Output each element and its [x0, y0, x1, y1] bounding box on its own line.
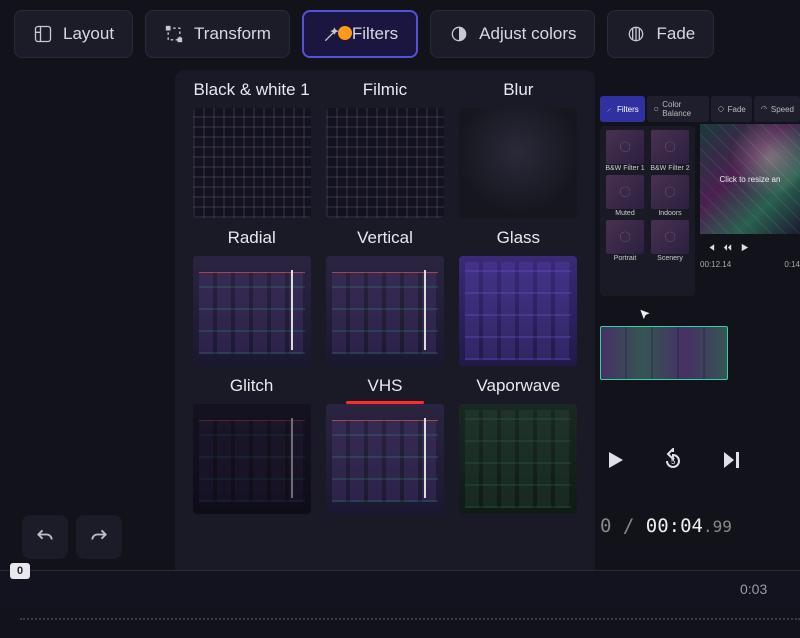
filter-thumb: [459, 108, 577, 218]
play-icon[interactable]: [739, 240, 750, 258]
filters-button[interactable]: Filters: [302, 10, 418, 58]
filter-label: Glass: [497, 228, 540, 250]
filter-label: Black & white 1: [194, 80, 310, 102]
playhead-marker[interactable]: 0: [10, 563, 30, 579]
layout-icon: [33, 24, 53, 44]
filters-panel: Black & white 1 Filmic Blur Radial Verti…: [175, 70, 595, 595]
filter-label: Filmic: [363, 80, 407, 102]
filter-radial[interactable]: Radial: [189, 228, 314, 366]
mini-filter-item[interactable]: Scenery: [649, 220, 691, 262]
filters-scroll[interactable]: Black & white 1 Filmic Blur Radial Verti…: [189, 80, 587, 585]
redo-button[interactable]: [76, 515, 122, 559]
undo-button[interactable]: [22, 515, 68, 559]
filter-filmic[interactable]: Filmic: [322, 80, 447, 218]
rewind-icon[interactable]: [722, 240, 733, 258]
filter-thumb: [459, 256, 577, 366]
filter-thumb: [193, 256, 311, 366]
cursor-icon: [638, 308, 652, 322]
filter-thumb: [459, 404, 577, 514]
mini-times: 00:12.14 0:14: [700, 260, 800, 269]
filter-label: VHS: [368, 376, 403, 398]
timecode: 0 / 00:04.99: [600, 515, 732, 537]
filter-vertical[interactable]: Vertical: [322, 228, 447, 366]
ruler-label: 0:03: [740, 581, 767, 597]
mini-filter-item[interactable]: B&W Filter 1: [604, 130, 646, 172]
mini-filter-item[interactable]: Indoors: [649, 175, 691, 217]
editor-toolbar: Layout Transform Filters Adjust colors F…: [0, 0, 800, 68]
mini-tab-color-balance[interactable]: Color Balance: [647, 96, 709, 122]
svg-text:5: 5: [671, 457, 676, 466]
playback-controls: 5: [600, 445, 746, 475]
mini-playback: [705, 240, 750, 258]
mini-tab-speed[interactable]: Speed: [754, 96, 800, 122]
transform-button[interactable]: Transform: [145, 10, 290, 58]
filter-blur[interactable]: Blur: [456, 80, 581, 218]
mini-filters-panel: B&W Filter 1 B&W Filter 2 Muted Indoors …: [600, 126, 695, 296]
fade-button[interactable]: Fade: [607, 10, 714, 58]
mini-filter-item[interactable]: B&W Filter 2: [649, 130, 691, 172]
fade-label: Fade: [656, 24, 695, 44]
preview-area: Filters Color Balance Fade Speed B&W Fil…: [600, 96, 800, 436]
filter-glass[interactable]: Glass: [456, 228, 581, 366]
mini-tab-filters[interactable]: Filters: [600, 96, 645, 122]
filter-vhs[interactable]: VHS: [322, 376, 447, 514]
filter-label: Vertical: [357, 228, 413, 250]
skip-forward-button[interactable]: [716, 445, 746, 475]
fade-icon: [626, 24, 646, 44]
transform-label: Transform: [194, 24, 271, 44]
layout-label: Layout: [63, 24, 114, 44]
filter-thumb: [326, 256, 444, 366]
filter-thumb: [326, 108, 444, 218]
filter-vaporwave[interactable]: Vaporwave: [456, 376, 581, 514]
timeline-ruler[interactable]: 0 0:03: [0, 570, 800, 610]
video-preview[interactable]: Click to resize an: [700, 124, 800, 234]
skip-back-5-button[interactable]: 5: [658, 445, 688, 475]
play-button[interactable]: [600, 445, 630, 475]
skip-back-icon[interactable]: [705, 240, 716, 258]
timeline-track-line: [20, 618, 800, 620]
filter-label: Blur: [503, 80, 533, 102]
undo-redo: [22, 515, 122, 559]
layout-button[interactable]: Layout: [14, 10, 133, 58]
adjust-colors-button[interactable]: Adjust colors: [430, 10, 595, 58]
mini-tabs: Filters Color Balance Fade Speed: [600, 96, 800, 122]
video-hint: Click to resize an: [700, 175, 800, 184]
half-circle-icon: [449, 24, 469, 44]
transform-icon: [164, 24, 184, 44]
filter-bw1[interactable]: Black & white 1: [189, 80, 314, 218]
mini-filter-item[interactable]: Portrait: [604, 220, 646, 262]
mini-filter-item[interactable]: Muted: [604, 175, 646, 217]
filter-label: Vaporwave: [476, 376, 560, 398]
mini-tab-fade[interactable]: Fade: [711, 96, 752, 122]
filters-label: Filters: [352, 24, 398, 44]
filter-label: Radial: [228, 228, 276, 250]
filter-thumb: [193, 108, 311, 218]
filter-label: Glitch: [230, 376, 273, 398]
filter-thumb: [326, 404, 444, 514]
filter-glitch[interactable]: Glitch: [189, 376, 314, 514]
timeline-clip[interactable]: [600, 326, 728, 380]
adjust-colors-label: Adjust colors: [479, 24, 576, 44]
highlight-marker: [338, 26, 352, 40]
filter-thumb: [193, 404, 311, 514]
